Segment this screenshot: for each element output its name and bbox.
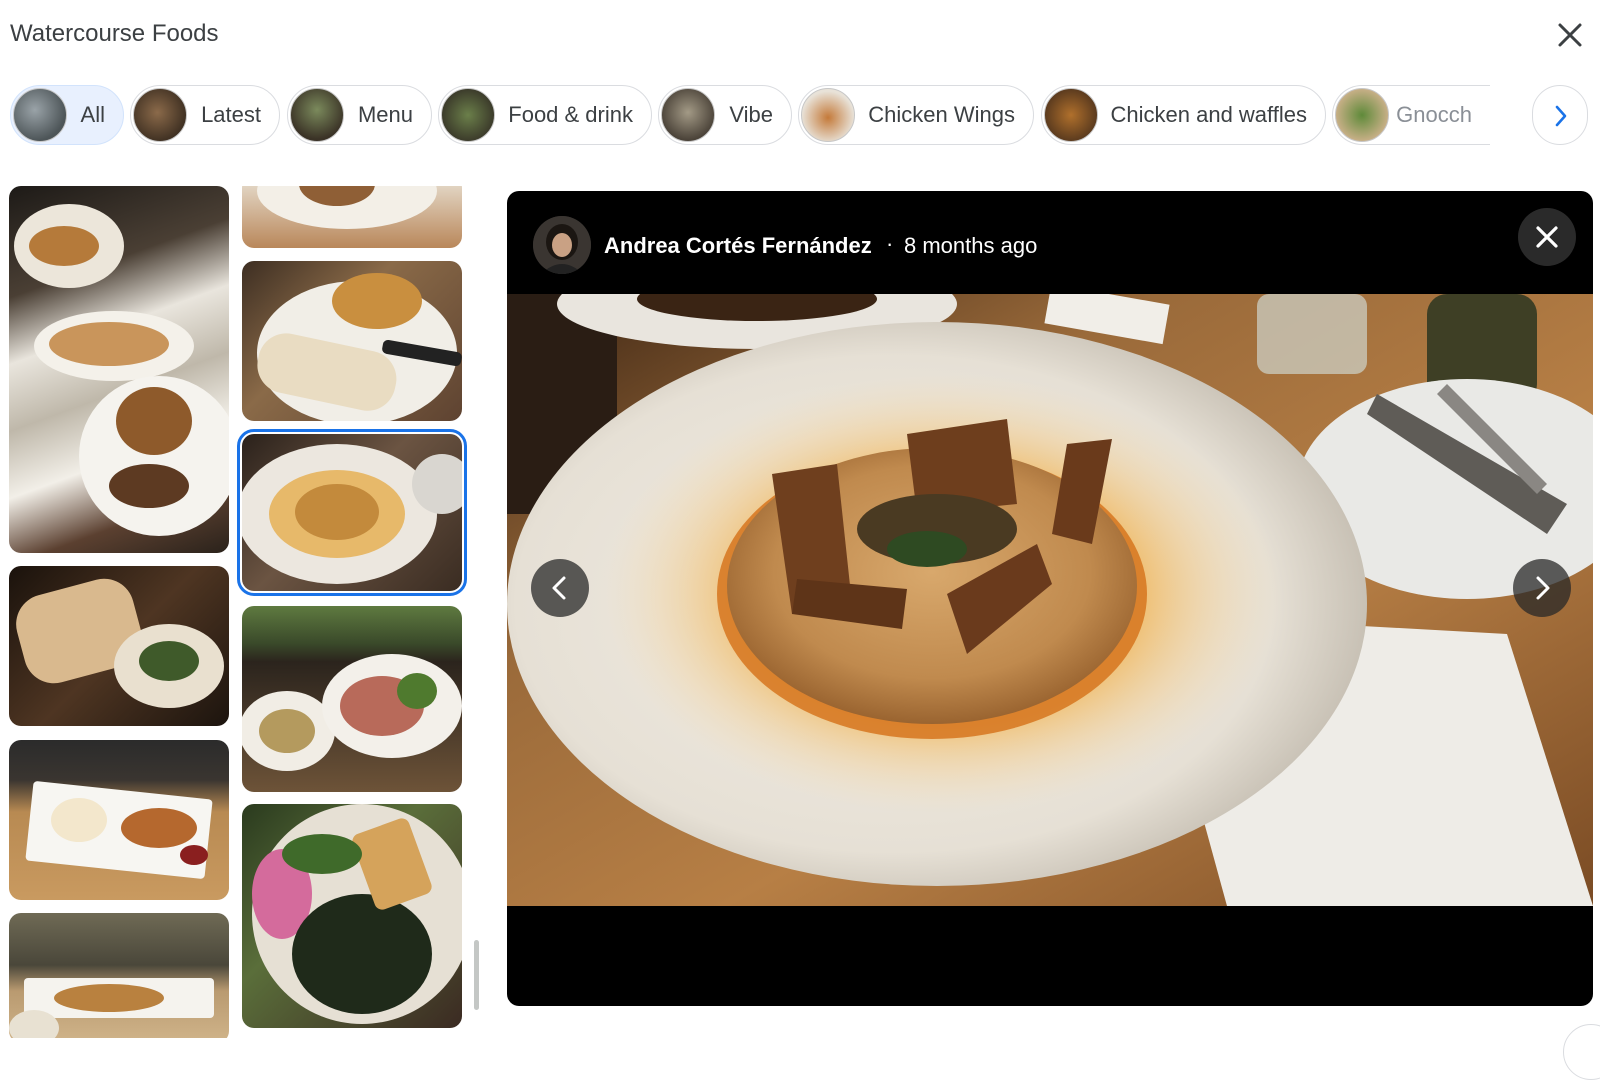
chip-thumbnail bbox=[441, 88, 495, 142]
risotto-photo bbox=[507, 294, 1593, 906]
chip-chicken-and-waffles[interactable]: Chicken and waffles bbox=[1041, 85, 1326, 145]
chip-food-and-drink[interactable]: Food & drink bbox=[438, 85, 652, 145]
photo-content bbox=[14, 204, 229, 536]
chip-thumbnail bbox=[1335, 88, 1389, 142]
chip-label: Food & drink bbox=[508, 102, 633, 127]
chip-label: All bbox=[80, 102, 105, 127]
chip-gnocchi[interactable]: Gnocch bbox=[1332, 85, 1490, 145]
main-photo bbox=[507, 294, 1593, 906]
grid-photo-3[interactable] bbox=[242, 261, 462, 421]
chip-thumbnail bbox=[13, 88, 67, 142]
photo-content bbox=[242, 444, 462, 584]
grid-photo-2[interactable] bbox=[242, 186, 462, 248]
chip-thumbnail bbox=[1044, 88, 1098, 142]
chip-thumbnail bbox=[661, 88, 715, 142]
chip-label: Latest bbox=[201, 102, 261, 127]
chip-label: Gnocch bbox=[1396, 102, 1472, 127]
close-icon bbox=[1558, 23, 1582, 47]
close-viewer-button[interactable] bbox=[1518, 208, 1576, 266]
chip-label: Chicken and waffles bbox=[1110, 102, 1308, 127]
next-photo-button[interactable] bbox=[1513, 559, 1571, 617]
chevron-right-icon bbox=[1536, 576, 1550, 600]
photo-age: 8 months ago bbox=[904, 233, 1038, 258]
chip-label: Chicken Wings bbox=[868, 102, 1015, 127]
grid-photo-1[interactable] bbox=[9, 186, 229, 553]
chip-thumbnail bbox=[290, 88, 344, 142]
page-title: Watercourse Foods bbox=[10, 20, 219, 47]
chip-label: Vibe bbox=[729, 102, 773, 127]
grid-photo-9[interactable] bbox=[9, 913, 229, 1038]
chip-thumbnail bbox=[133, 88, 187, 142]
viewer-header: Andrea Cortés Fernández · 8 months ago bbox=[507, 191, 1593, 294]
grid-photo-8[interactable] bbox=[242, 804, 462, 1028]
author-photo bbox=[533, 216, 591, 274]
photo-content bbox=[257, 273, 462, 421]
chevron-right-icon bbox=[1555, 105, 1567, 127]
chip-thumbnail bbox=[801, 88, 855, 142]
avatar[interactable] bbox=[533, 216, 591, 274]
photo-grid bbox=[9, 186, 479, 1038]
grid-photo-5[interactable] bbox=[9, 566, 229, 726]
photo-content bbox=[252, 804, 462, 1024]
close-icon bbox=[1536, 226, 1558, 248]
chip-all[interactable]: All bbox=[10, 85, 124, 145]
photo-content bbox=[242, 654, 462, 771]
chevron-left-icon bbox=[552, 576, 566, 600]
photo-content bbox=[16, 578, 224, 708]
grid-scrollbar[interactable] bbox=[474, 940, 479, 1010]
chip-label: Menu bbox=[357, 102, 413, 127]
chip-vibe[interactable]: Vibe bbox=[658, 85, 792, 145]
title-bar: Watercourse Foods bbox=[0, 0, 1600, 72]
photo-content bbox=[25, 781, 213, 879]
photo-content bbox=[257, 186, 437, 229]
scroll-indicator bbox=[1563, 1024, 1600, 1080]
chip-menu[interactable]: Menu bbox=[287, 85, 432, 145]
chips-next-button[interactable] bbox=[1532, 85, 1588, 145]
chip-chicken-wings[interactable]: Chicken Wings bbox=[798, 85, 1034, 145]
previous-photo-button[interactable] bbox=[531, 559, 589, 617]
grid-photo-7[interactable] bbox=[9, 740, 229, 900]
separator-dot: · bbox=[886, 231, 894, 256]
author-name[interactable]: Andrea Cortés Fernández bbox=[604, 233, 872, 259]
close-gallery-button[interactable] bbox=[1553, 18, 1587, 52]
photo-content bbox=[9, 978, 214, 1038]
grid-photo-6[interactable] bbox=[242, 606, 462, 792]
category-chips: All Latest Menu Food & drink Vibe Chicke… bbox=[10, 85, 1588, 145]
photo-viewer: Andrea Cortés Fernández · 8 months ago bbox=[507, 191, 1593, 1006]
grid-photo-4-selected[interactable] bbox=[237, 429, 467, 596]
chip-latest[interactable]: Latest bbox=[130, 85, 280, 145]
